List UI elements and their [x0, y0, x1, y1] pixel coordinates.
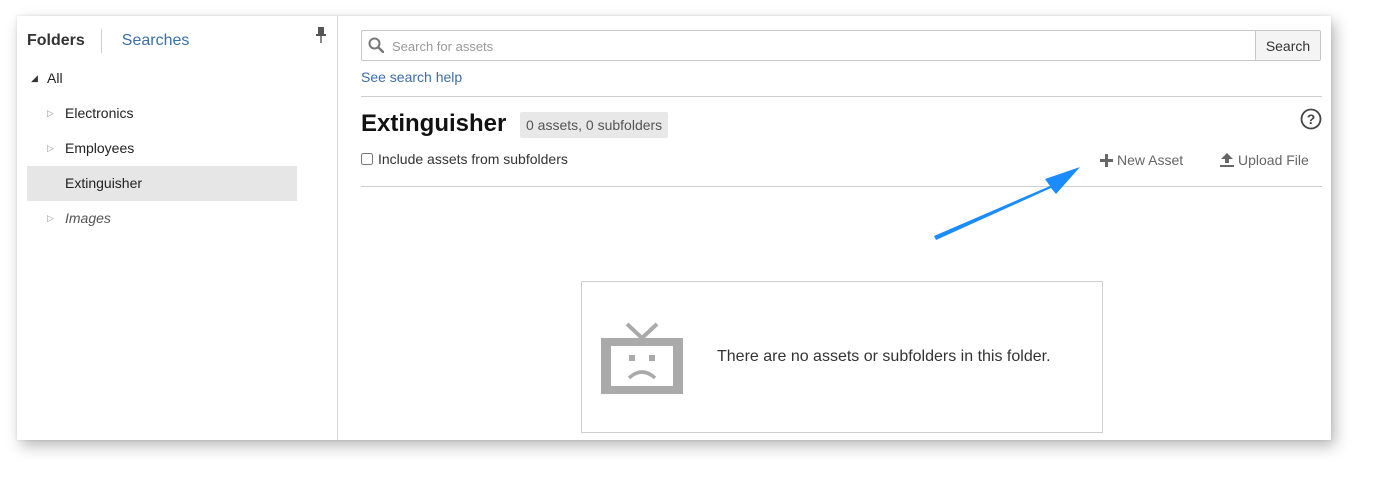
sad-tv-icon — [601, 322, 683, 394]
asset-count-badge: 0 assets, 0 subfolders — [520, 112, 669, 138]
tree-item-extinguisher[interactable]: Extinguisher — [27, 166, 297, 201]
search-button[interactable]: Search — [1255, 30, 1321, 61]
sidebar-tabs: Folders Searches — [27, 28, 189, 54]
folder-title: Extinguisher — [361, 110, 507, 137]
app-window: Folders Searches ◢ All ▷ Electronics ▷ E… — [17, 16, 1331, 440]
upload-file-button[interactable]: Upload File — [1220, 152, 1309, 168]
tab-searches[interactable]: Searches — [102, 29, 190, 53]
new-asset-button[interactable]: New Asset — [1100, 152, 1183, 168]
plus-icon — [1100, 153, 1113, 167]
search-icon — [368, 37, 384, 53]
tree-item-label: Extinguisher — [65, 175, 143, 191]
search-help-link[interactable]: See search help — [361, 69, 462, 85]
tree-item-label: All — [47, 70, 63, 86]
help-icon[interactable]: ? — [1300, 108, 1322, 130]
upload-file-label: Upload File — [1238, 152, 1309, 168]
include-subfolders-label: Include assets from subfolders — [378, 151, 568, 167]
include-subfolders-checkbox[interactable] — [361, 153, 373, 165]
collapsed-triangle-icon[interactable]: ▷ — [47, 131, 54, 166]
empty-message: There are no assets or subfolders in thi… — [717, 348, 1051, 365]
tree-item-label: Employees — [65, 140, 135, 156]
expanded-triangle-icon[interactable]: ◢ — [31, 61, 38, 96]
tree-item-all[interactable]: ◢ All — [27, 61, 297, 96]
folder-sidebar: Folders Searches ◢ All ▷ Electronics ▷ E… — [17, 16, 338, 440]
divider — [361, 186, 1322, 187]
new-asset-label: New Asset — [1117, 152, 1184, 168]
search-input[interactable] — [390, 35, 1244, 57]
tree-item-employees[interactable]: ▷ Employees — [27, 131, 297, 166]
tree-item-electronics[interactable]: ▷ Electronics — [27, 96, 297, 131]
main-panel: Search See search help Extinguisher 0 as… — [338, 16, 1331, 440]
empty-state: There are no assets or subfolders in thi… — [581, 281, 1103, 433]
pin-icon[interactable] — [315, 26, 327, 44]
svg-text:?: ? — [1307, 111, 1316, 127]
tree-item-label: Electronics — [65, 105, 134, 121]
tree-item-label: Images — [65, 210, 111, 226]
include-subfolders-option[interactable]: Include assets from subfolders — [361, 151, 568, 167]
collapsed-triangle-icon[interactable]: ▷ — [47, 201, 54, 236]
tab-folders[interactable]: Folders — [27, 29, 102, 53]
tree-item-images[interactable]: ▷ Images — [27, 201, 297, 236]
folder-tree: ◢ All ▷ Electronics ▷ Employees Extingui… — [27, 61, 297, 236]
upload-icon — [1220, 153, 1234, 167]
search-field[interactable] — [361, 30, 1255, 61]
arrow-annotation — [934, 167, 1080, 240]
collapsed-triangle-icon[interactable]: ▷ — [47, 96, 54, 131]
divider — [361, 96, 1322, 97]
